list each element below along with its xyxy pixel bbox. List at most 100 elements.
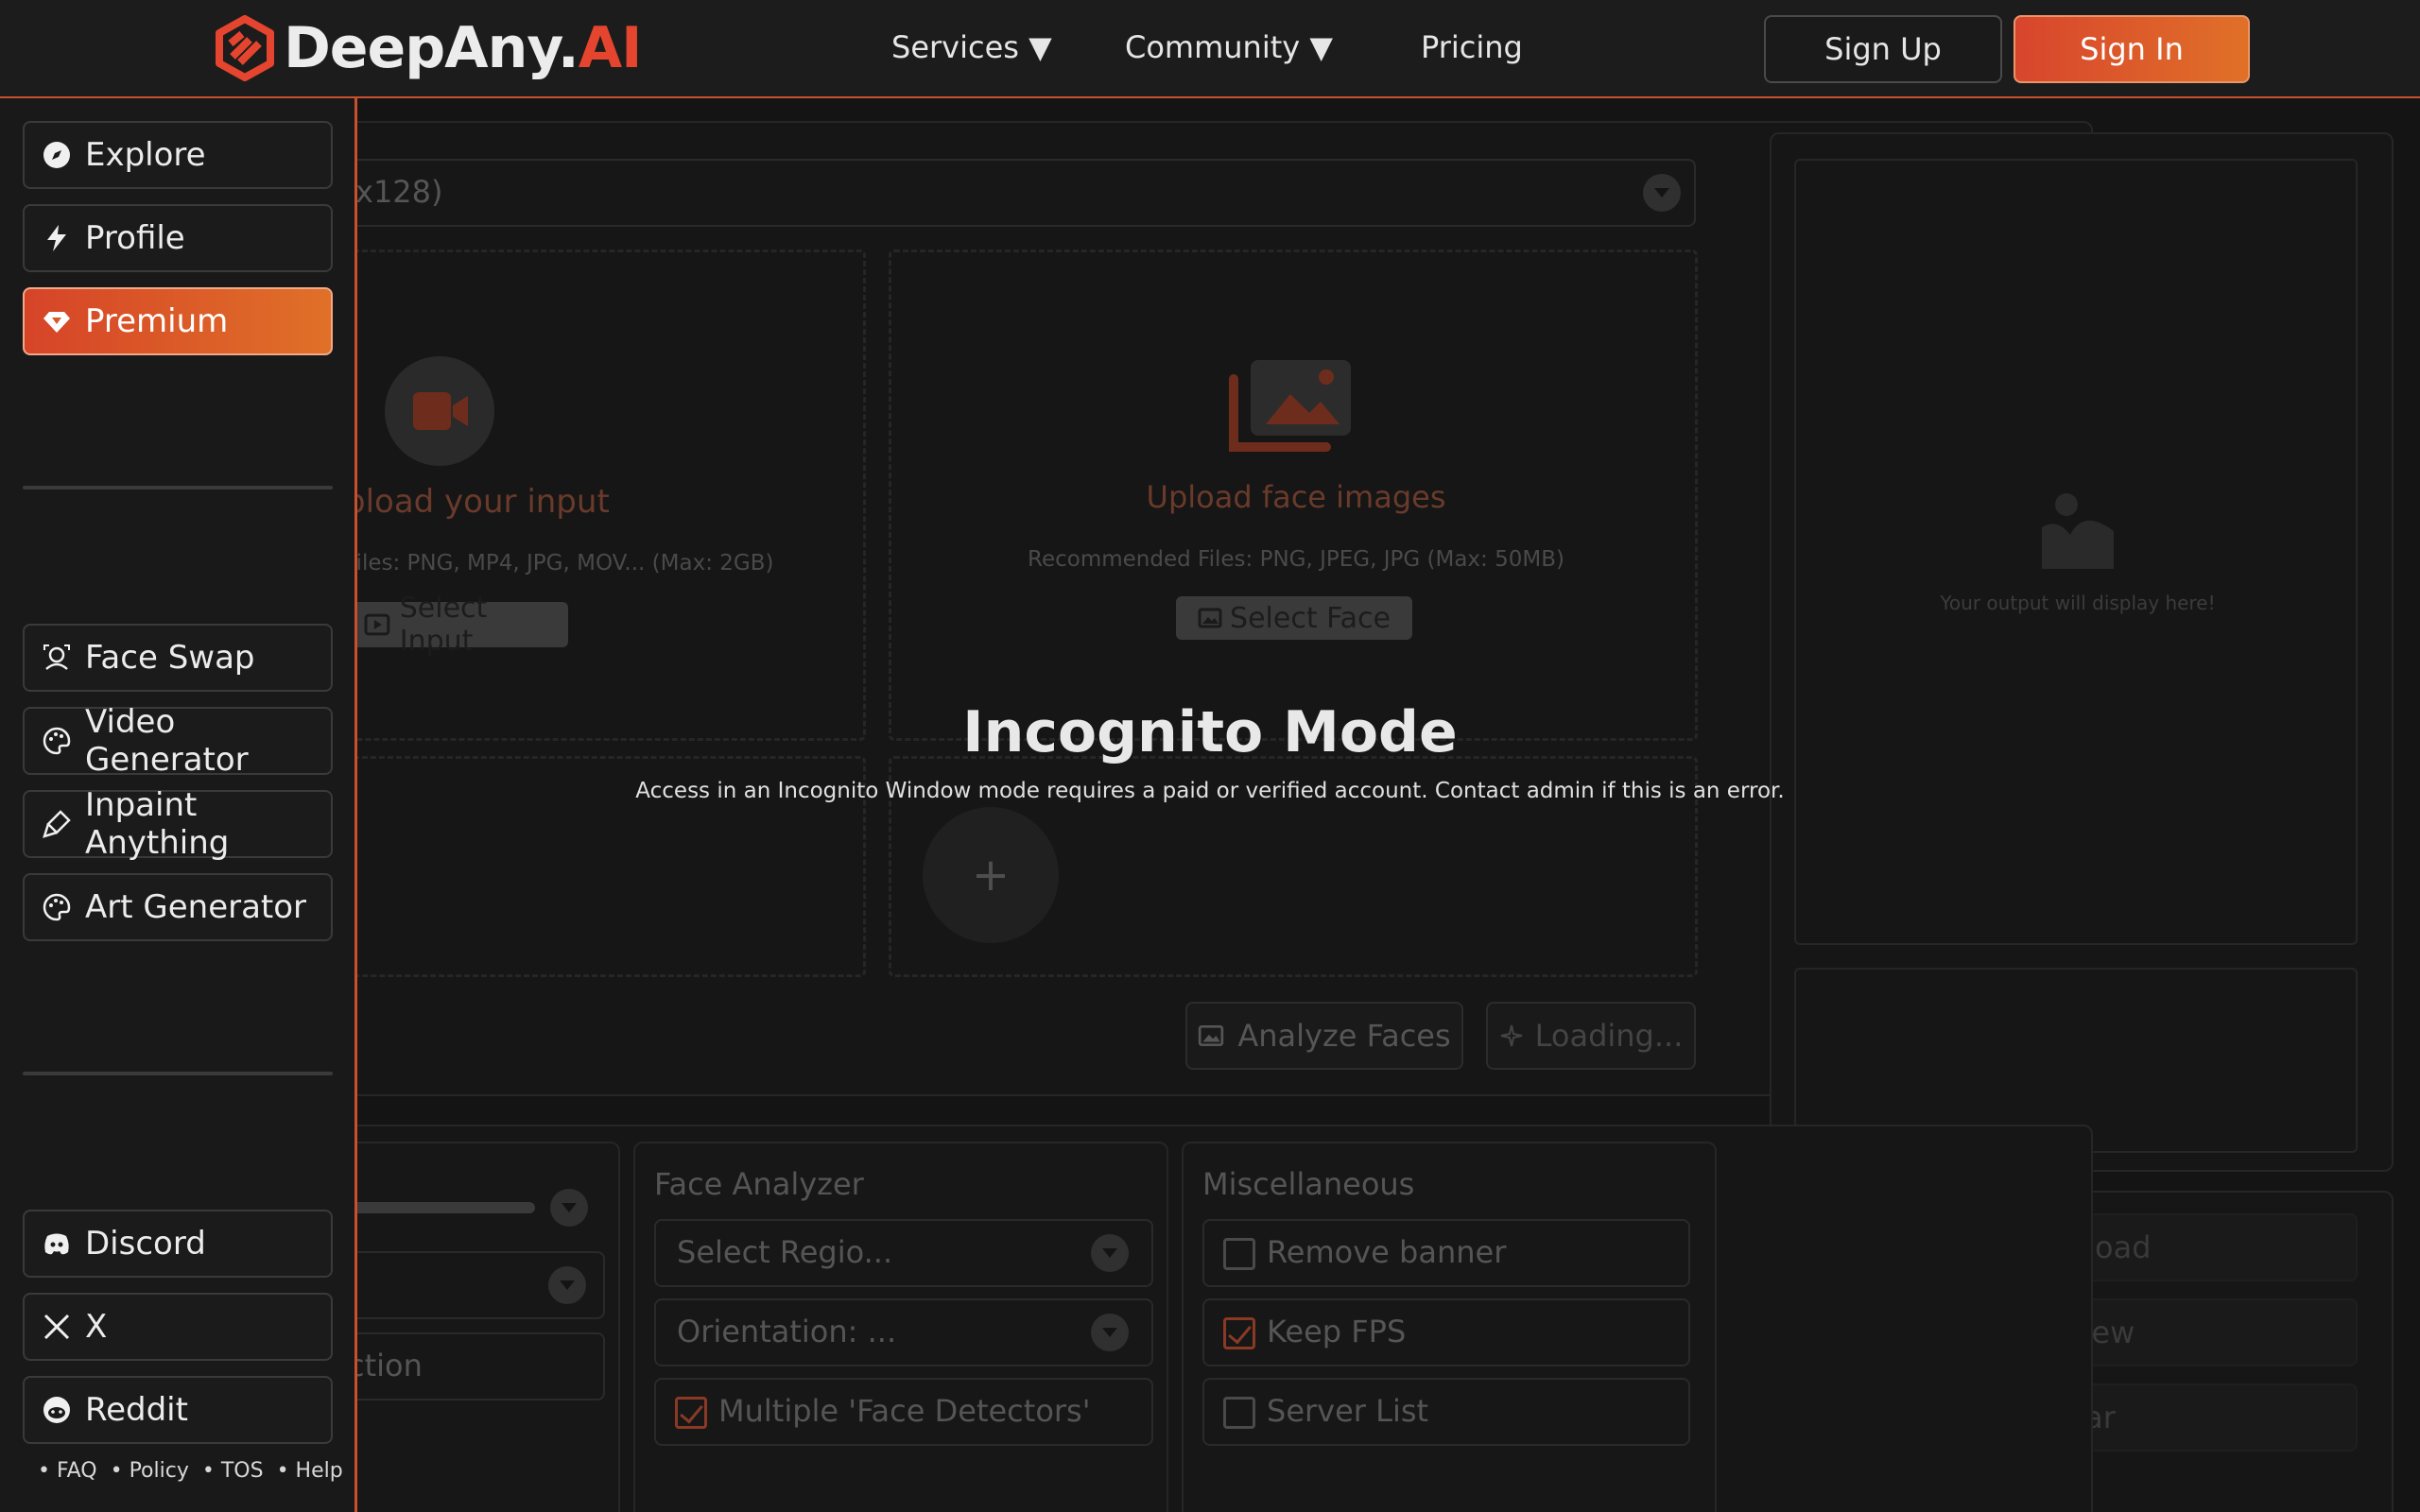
sidebar-item-video-generator[interactable]: Video Generator xyxy=(23,703,333,779)
face-analyzer-title: Face Analyzer xyxy=(654,1166,864,1202)
analyze-faces-button[interactable]: Analyze Faces xyxy=(1185,1002,1463,1070)
face-analyzer-card: Face Analyzer Select Regio... Orientatio… xyxy=(633,1142,1168,1512)
upload-input-title: pload your input xyxy=(357,483,610,521)
deepany-logo-icon xyxy=(216,15,274,81)
remove-banner-label: Remove banner xyxy=(1267,1234,1507,1270)
sidebar-item-inpaint-anything[interactable]: Inpaint Anything xyxy=(23,786,333,862)
discord-icon xyxy=(44,1233,69,1255)
model-select-value: x128) xyxy=(357,174,443,210)
video-camera-icon xyxy=(385,356,494,466)
add-face-button[interactable]: + xyxy=(923,807,1059,943)
options-card: ction xyxy=(357,1142,620,1512)
server-list-label: Server List xyxy=(1267,1393,1429,1429)
upload-face-hint: Recommended Files: PNG, JPEG, JPG (Max: … xyxy=(1028,547,1564,572)
sidebar-item-profile[interactable]: Profile xyxy=(23,204,333,272)
orientation-select-chevron-icon xyxy=(1091,1314,1129,1351)
brand-name: DeepAny.AI xyxy=(284,15,642,81)
sign-up-button[interactable]: Sign Up xyxy=(1764,15,2002,83)
sidebar-divider xyxy=(23,1072,333,1075)
sidebar-item-label: Face Swap xyxy=(85,639,255,677)
miscellaneous-card: Miscellaneous Remove banner Keep FPS Ser… xyxy=(1182,1142,1717,1512)
output-display: Your output will display here! xyxy=(1794,159,2358,945)
nav-pricing-link[interactable]: Pricing xyxy=(1421,23,1523,72)
orientation-select-value: Orientation: ... xyxy=(677,1314,897,1349)
video-file-icon xyxy=(364,613,390,636)
sidebar-item-label: Reddit xyxy=(85,1391,188,1429)
sidebar-item-label: Art Generator xyxy=(85,888,307,926)
image-icon xyxy=(1198,608,1222,628)
sidebar-item-reddit[interactable]: Reddit xyxy=(23,1376,333,1444)
loading-label: Loading... xyxy=(1534,1018,1684,1054)
sidebar-item-face-swap[interactable]: Face Swap xyxy=(23,624,333,692)
reddit-icon xyxy=(43,1397,70,1423)
options-slider[interactable] xyxy=(357,1202,535,1213)
options-partial-label: ction xyxy=(357,1348,423,1383)
model-select[interactable]: x128) xyxy=(357,159,1696,227)
face-swap-workspace: x128) pload your input Files: PNG, MP4, … xyxy=(357,98,2420,1512)
multiple-face-detectors-checkbox[interactable] xyxy=(675,1397,707,1429)
sidebar-item-label: Premium xyxy=(85,302,229,340)
options-select-chevron-icon xyxy=(548,1266,586,1304)
region-select-value: Select Regio... xyxy=(677,1234,893,1270)
upload-input-dropzone[interactable]: pload your input Files: PNG, MP4, JPG, M… xyxy=(357,249,866,741)
options-partial-field[interactable]: ction xyxy=(357,1332,605,1400)
output-placeholder-text: Your output will display here! xyxy=(1940,592,2216,614)
keep-fps-checkbox[interactable] xyxy=(1223,1317,1255,1349)
server-list-option[interactable]: Server List xyxy=(1202,1378,1690,1446)
analyze-faces-label: Analyze Faces xyxy=(1237,1018,1451,1054)
image-icon xyxy=(1199,1024,1224,1047)
footer-links: • FAQ • Policy • TOS • Help xyxy=(38,1459,343,1483)
output-placeholder-icon xyxy=(2042,493,2114,569)
footer-link-policy[interactable]: • Policy xyxy=(111,1459,189,1483)
multiple-face-detectors-label: Multiple 'Face Detectors' xyxy=(718,1393,1091,1429)
region-select[interactable]: Select Regio... xyxy=(654,1219,1153,1287)
upload-input-hint: Files: PNG, MP4, JPG, MOV... (Max: 2GB) xyxy=(357,551,774,576)
keep-fps-option[interactable]: Keep FPS xyxy=(1202,1298,1690,1366)
server-list-checkbox[interactable] xyxy=(1223,1397,1255,1429)
sidebar-item-label: Video Generator xyxy=(85,703,249,779)
brand-logo[interactable]: DeepAny.AI xyxy=(212,15,642,81)
loading-button: Loading... xyxy=(1486,1002,1696,1070)
sidebar: Explore Profile Premium Face Swap Video … xyxy=(0,98,357,1512)
brush-icon xyxy=(43,810,71,838)
select-face-button[interactable]: Select Face xyxy=(1176,596,1412,640)
select-face-label: Select Face xyxy=(1230,601,1391,635)
sidebar-item-art-generator[interactable]: Art Generator xyxy=(23,873,333,941)
sidebar-item-discord[interactable]: Discord xyxy=(23,1210,333,1278)
face-images-icon xyxy=(1229,360,1351,452)
sidebar-item-label: Inpaint Anything xyxy=(85,786,230,862)
sidebar-item-x[interactable]: X xyxy=(23,1293,333,1361)
sparkle-icon xyxy=(1500,1024,1522,1047)
palette-icon xyxy=(43,727,71,755)
upload-face-dropzone[interactable]: Upload face images Recommended Files: PN… xyxy=(889,249,1698,741)
sidebar-item-label: Explore xyxy=(85,136,206,174)
options-select[interactable] xyxy=(357,1251,605,1319)
sidebar-item-explore[interactable]: Explore xyxy=(23,121,333,189)
palette-icon xyxy=(43,893,71,921)
footer-link-tos[interactable]: • TOS xyxy=(202,1459,264,1483)
select-input-label: Select Input xyxy=(399,592,488,658)
sidebar-item-label: Discord xyxy=(85,1225,206,1263)
incognito-mode-title: Incognito Mode xyxy=(962,699,1458,765)
orientation-select[interactable]: Orientation: ... xyxy=(654,1298,1153,1366)
nav-community-menu[interactable]: Community ▼ xyxy=(1125,23,1333,72)
incognito-mode-message: Access in an Incognito Window mode requi… xyxy=(635,779,1785,803)
upload-face-title: Upload face images xyxy=(1146,479,1446,515)
keep-fps-label: Keep FPS xyxy=(1267,1314,1407,1349)
footer-link-help[interactable]: • Help xyxy=(277,1459,343,1483)
lightning-icon xyxy=(47,225,66,251)
footer-link-faq[interactable]: • FAQ xyxy=(38,1459,97,1483)
sidebar-item-label: X xyxy=(85,1308,108,1346)
face-swap-icon xyxy=(43,644,70,670)
sidebar-divider xyxy=(23,486,333,490)
miscellaneous-title: Miscellaneous xyxy=(1202,1166,1415,1202)
sidebar-item-premium[interactable]: Premium xyxy=(23,287,333,355)
multiple-face-detectors-option[interactable]: Multiple 'Face Detectors' xyxy=(654,1378,1153,1446)
select-input-button[interactable]: Select Input xyxy=(357,592,568,658)
sidebar-item-label: Profile xyxy=(85,219,185,257)
options-chevron-icon[interactable] xyxy=(550,1189,588,1227)
remove-banner-checkbox[interactable] xyxy=(1223,1238,1255,1270)
remove-banner-option[interactable]: Remove banner xyxy=(1202,1219,1690,1287)
sign-in-button[interactable]: Sign In xyxy=(2014,15,2250,83)
nav-services-menu[interactable]: Services ▼ xyxy=(891,23,1052,72)
